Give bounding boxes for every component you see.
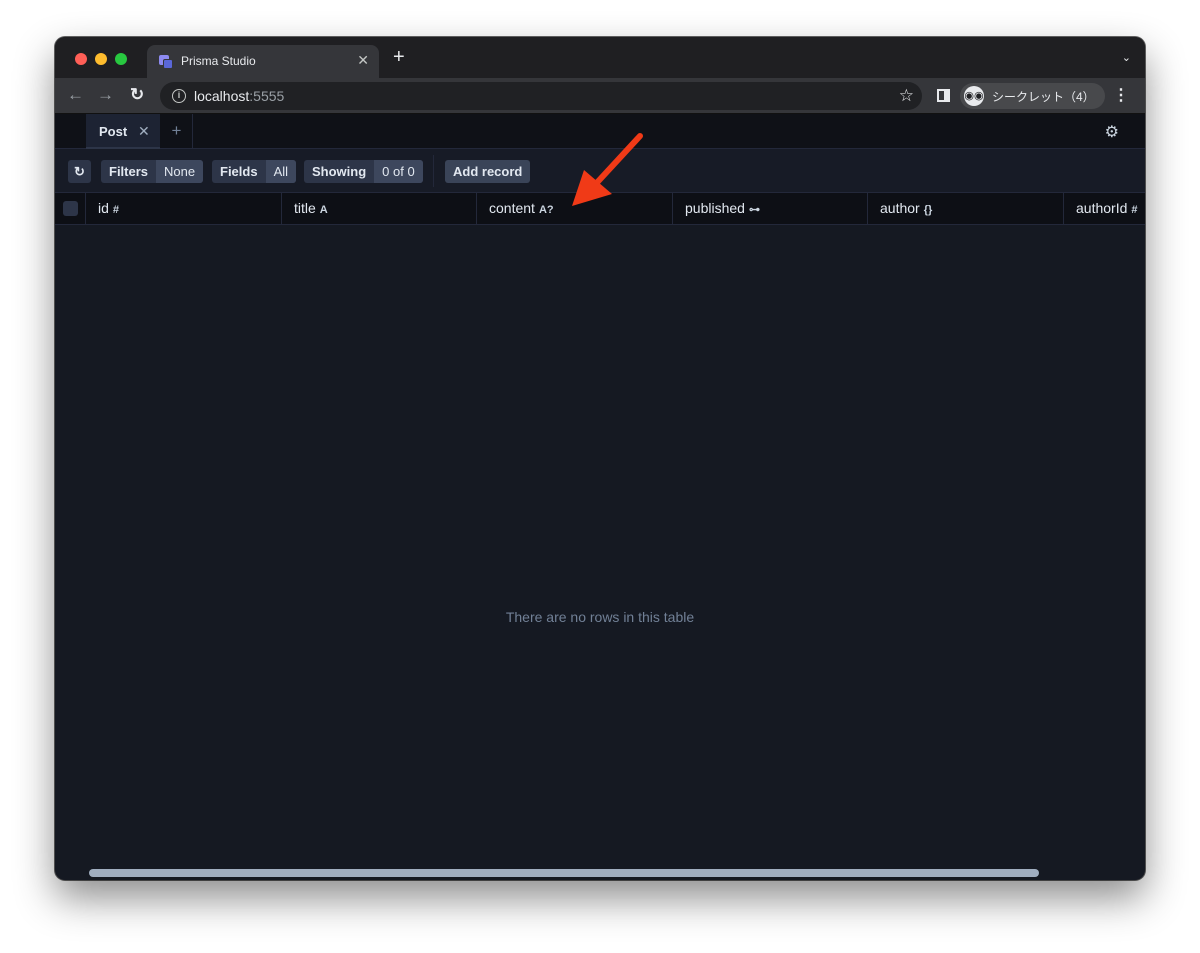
settings-gear-icon[interactable]: ⚙ xyxy=(1105,122,1119,142)
column-name: authorId xyxy=(1076,200,1128,216)
column-header-id[interactable]: id # xyxy=(86,193,282,225)
forward-arrow-icon[interactable]: → xyxy=(97,86,114,104)
tab-post[interactable]: Post ✕ xyxy=(86,114,160,149)
browser-toolbar: ← → ↻ i localhost:5555 ☆ ◉◉ シークレット（4） ⋮ xyxy=(55,78,1145,114)
column-header-author[interactable]: author{} xyxy=(868,193,1064,225)
column-header-title[interactable]: title A xyxy=(282,193,477,225)
url-host: localhost xyxy=(194,88,250,104)
horizontal-scrollbar[interactable] xyxy=(89,869,1039,877)
prisma-favicon-icon xyxy=(159,55,173,69)
incognito-icon: ◉◉ xyxy=(964,86,984,106)
site-info-icon[interactable]: i xyxy=(172,89,186,103)
browser-tab-close-icon[interactable]: ✕ xyxy=(357,52,369,69)
reload-icon[interactable]: ↻ xyxy=(130,86,144,104)
url-text: localhost:5555 xyxy=(194,88,284,104)
column-type-icon: # xyxy=(112,204,120,216)
add-record-button[interactable]: Add record xyxy=(445,160,531,183)
select-all-cell xyxy=(55,193,86,225)
browser-tab-strip: Prisma Studio ✕ + ⌄ xyxy=(55,37,1145,78)
filters-value: None xyxy=(156,160,204,183)
showing-label: Showing xyxy=(312,164,367,179)
tab-post-label: Post xyxy=(99,124,128,139)
close-window-button[interactable] xyxy=(75,53,87,65)
new-tab-button[interactable]: + xyxy=(393,47,405,67)
incognito-profile-button[interactable]: ◉◉ シークレット（4） xyxy=(960,83,1105,109)
empty-table-message: There are no rows in this table xyxy=(505,609,695,625)
minimize-window-button[interactable] xyxy=(95,53,107,65)
maximize-window-button[interactable] xyxy=(115,53,127,65)
showing-value: 0 of 0 xyxy=(374,160,423,183)
address-bar[interactable]: i localhost:5555 ☆ xyxy=(160,82,922,110)
column-type-icon: # xyxy=(1131,204,1138,216)
toolbar-divider xyxy=(433,155,434,187)
browser-window: Prisma Studio ✕ + ⌄ ← → ↻ i localhost:55… xyxy=(55,37,1145,880)
filters-button[interactable]: Filters None xyxy=(101,160,204,183)
tab-close-icon[interactable]: ✕ xyxy=(138,123,150,140)
url-port: :5555 xyxy=(249,88,285,104)
column-name: published xyxy=(685,200,745,216)
bookmark-star-icon[interactable]: ☆ xyxy=(899,86,914,106)
column-name: id xyxy=(98,200,109,216)
fields-value: All xyxy=(265,160,297,183)
column-header-authorid[interactable]: authorId # xyxy=(1064,193,1145,225)
column-header-published[interactable]: published ⊶ xyxy=(673,193,868,225)
column-type-icon: ⊶ xyxy=(748,204,760,216)
column-type-icon: A xyxy=(319,204,328,216)
column-type-icon: A? xyxy=(538,204,554,216)
tab-search-chevron-icon[interactable]: ⌄ xyxy=(1122,51,1131,64)
browser-tab-prisma-studio[interactable]: Prisma Studio ✕ xyxy=(147,45,379,78)
side-panel-icon[interactable] xyxy=(937,89,950,102)
incognito-label: シークレット（4） xyxy=(992,90,1095,104)
annotation-arrow-icon xyxy=(572,133,643,206)
column-name: author xyxy=(880,200,920,216)
browser-menu-icon[interactable]: ⋮ xyxy=(1113,85,1129,105)
column-type-icon: {} xyxy=(923,204,933,216)
refresh-button[interactable]: ↻ xyxy=(68,160,91,183)
column-name: title xyxy=(294,200,316,216)
select-all-checkbox[interactable] xyxy=(63,201,78,216)
add-tab-button[interactable]: + xyxy=(161,114,193,149)
browser-tab-title: Prisma Studio xyxy=(181,54,256,68)
back-arrow-icon[interactable]: ← xyxy=(67,86,84,104)
refresh-icon: ↻ xyxy=(74,164,85,179)
filters-label: Filters xyxy=(109,164,149,179)
showing-button[interactable]: Showing 0 of 0 xyxy=(304,160,423,183)
column-name: content xyxy=(489,200,535,216)
fields-button[interactable]: Fields All xyxy=(212,160,297,183)
fields-label: Fields xyxy=(220,164,258,179)
